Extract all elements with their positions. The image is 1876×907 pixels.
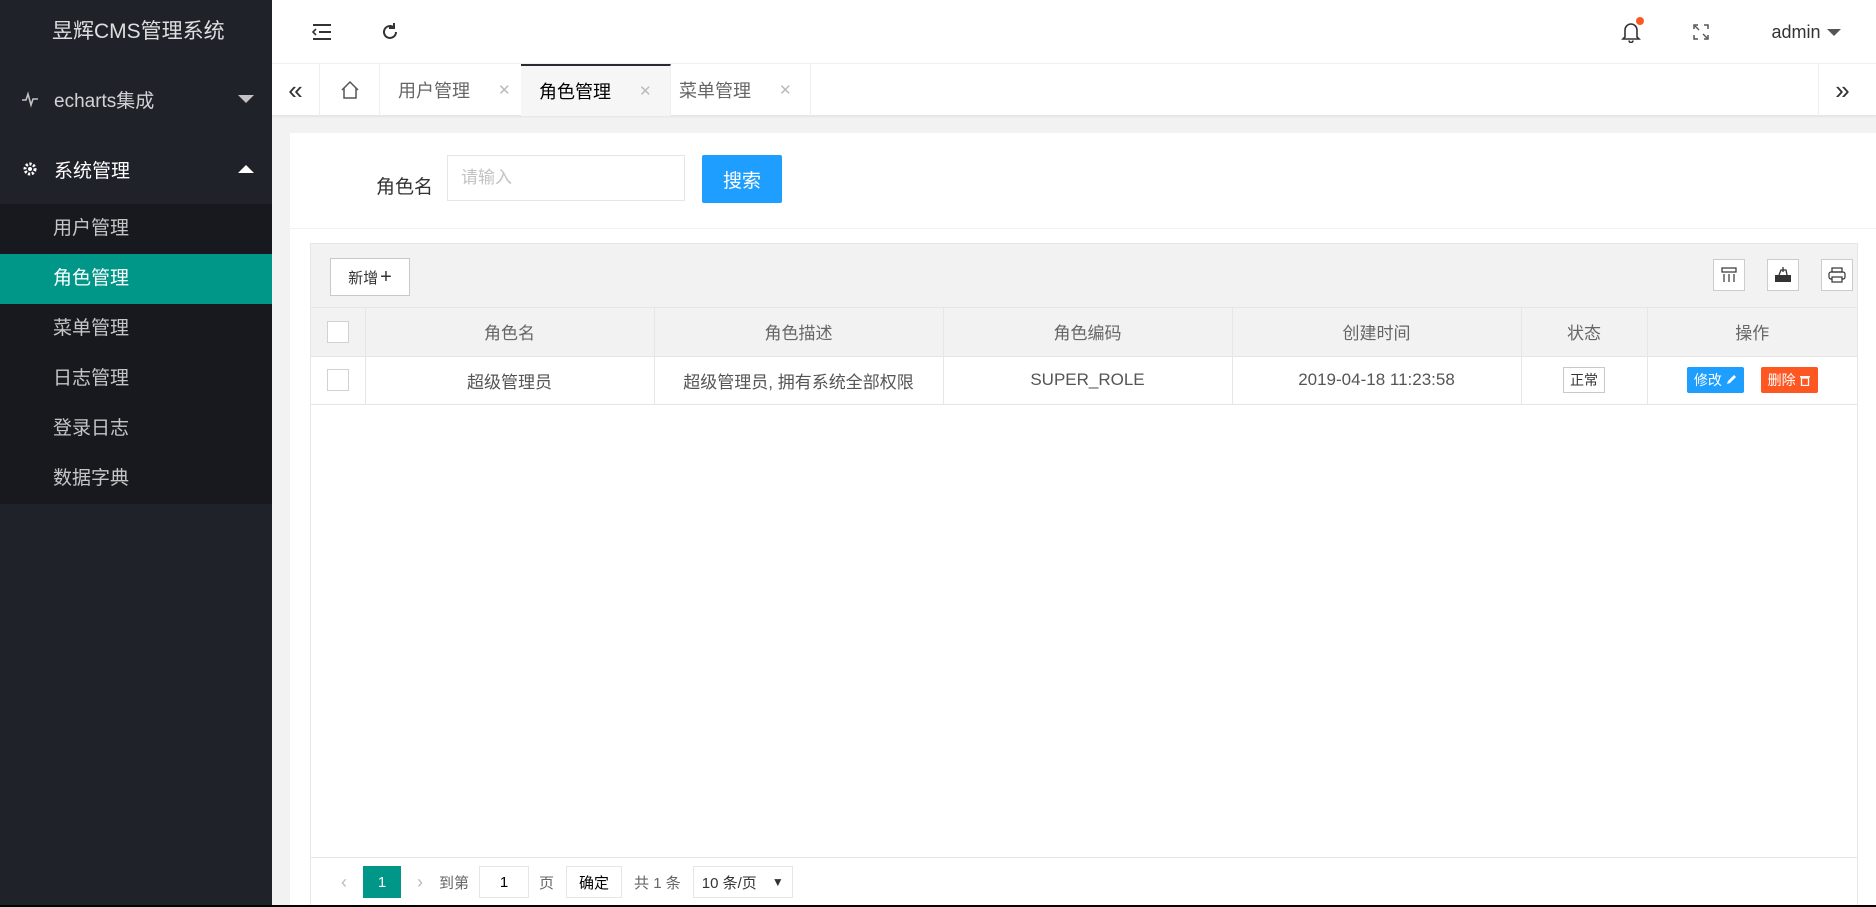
page-size-value: 10 条/页 <box>701 874 757 892</box>
page-size-select[interactable]: 10 条/页 ▼ <box>692 866 793 898</box>
tab-label: 用户管理 <box>398 81 470 101</box>
pencil-icon <box>1726 375 1736 384</box>
search-label: 角色名 <box>376 177 434 198</box>
main-content: 角色名 搜索 新增 + <box>290 133 1876 907</box>
add-button[interactable]: 新增 + <box>330 258 410 296</box>
refresh-icon[interactable] <box>376 18 404 46</box>
sidebar-group-echarts[interactable]: echarts集成 <box>0 64 272 134</box>
sidebar-item-menus[interactable]: 菜单管理 <box>0 304 272 354</box>
tab-label: 菜单管理 <box>679 81 751 101</box>
column-header[interactable]: 操作 <box>1647 308 1857 357</box>
sidebar-item-logs[interactable]: 日志管理 <box>0 354 272 404</box>
chevron-down-icon <box>1826 28 1841 36</box>
columns-icon[interactable] <box>1713 259 1745 291</box>
print-icon[interactable] <box>1821 259 1853 291</box>
sidebar-group-label: echarts集成 <box>54 90 155 112</box>
search-bar: 角色名 搜索 <box>290 133 1876 229</box>
prev-page-icon[interactable]: ‹ <box>325 872 363 893</box>
cell-role-code: SUPER_ROLE <box>943 356 1233 405</box>
cell-status: 正常 <box>1521 356 1648 405</box>
plus-icon: + <box>380 266 392 288</box>
add-button-label: 新增 <box>348 269 379 287</box>
sidebar: 昱辉CMS管理系统 echarts集成 系统管理 用户管理 角色管理 菜单管理 … <box>0 0 272 907</box>
pagination: ‹ 1 › 到第 页 确定 共 1 条 10 条/页 ▼ <box>311 857 1857 906</box>
tabs-scroll-left-icon[interactable]: « <box>272 64 320 116</box>
tab-label: 角色管理 <box>539 82 611 102</box>
edit-button[interactable]: 修改 <box>1686 367 1744 393</box>
delete-button[interactable]: 删除 <box>1760 367 1818 393</box>
status-badge: 正常 <box>1563 367 1605 393</box>
gear-icon <box>20 159 40 179</box>
row-checkbox[interactable] <box>326 369 349 391</box>
table-toolbar: 新增 + <box>311 244 1857 308</box>
tabs-scroll-right-icon[interactable]: » <box>1818 64 1866 116</box>
page-number-current[interactable]: 1 <box>363 866 401 898</box>
chevron-up-icon <box>238 165 254 173</box>
row-select-cell <box>311 356 366 405</box>
top-header: admin <box>272 0 1876 64</box>
page-unit-label: 页 <box>539 874 555 892</box>
fullscreen-icon[interactable] <box>1666 24 1736 40</box>
close-icon[interactable]: ✕ <box>498 81 511 99</box>
column-header[interactable]: 角色描述 <box>654 308 944 357</box>
roles-table: 角色名 角色描述 角色编码 创建时间 状态 操作 超级管理员 超级管理员, 拥有… <box>311 308 1857 405</box>
close-icon[interactable]: ✕ <box>779 81 792 99</box>
close-icon[interactable]: ✕ <box>639 82 652 100</box>
sidebar-group-label: 系统管理 <box>54 160 131 182</box>
cell-role-name: 超级管理员 <box>365 356 655 405</box>
table-header-row: 角色名 角色描述 角色编码 创建时间 状态 操作 <box>311 308 1857 357</box>
cell-created: 2019-04-18 11:23:58 <box>1232 356 1522 405</box>
bell-icon[interactable] <box>1596 17 1666 43</box>
search-input[interactable] <box>447 155 685 201</box>
column-header[interactable]: 状态 <box>1521 308 1648 357</box>
cell-role-desc: 超级管理员, 拥有系统全部权限 <box>654 356 944 405</box>
notification-dot <box>1636 17 1644 25</box>
menu-fold-icon[interactable] <box>308 18 336 46</box>
delete-button-label: 删除 <box>1767 372 1796 388</box>
tab-menus[interactable]: 菜单管理 ✕ <box>661 64 811 116</box>
user-menu[interactable]: admin <box>1736 22 1876 43</box>
goto-label: 到第 <box>439 874 470 892</box>
tab-bar: « 用户管理 ✕ 角色管理 ✕ 菜单管理 ✕ » <box>272 64 1876 116</box>
chevron-down-icon <box>238 95 254 103</box>
column-header[interactable]: 创建时间 <box>1232 308 1522 357</box>
goto-confirm-button[interactable]: 确定 <box>566 866 623 898</box>
edit-button-label: 修改 <box>1693 372 1722 388</box>
sidebar-item-dictionary[interactable]: 数据字典 <box>0 454 272 504</box>
sidebar-item-roles[interactable]: 角色管理 <box>0 254 272 304</box>
sidebar-subnav: 用户管理 角色管理 菜单管理 日志管理 登录日志 数据字典 <box>0 204 272 504</box>
next-page-icon[interactable]: › <box>401 872 439 893</box>
pulse-icon <box>20 89 40 109</box>
cell-actions: 修改 删除 <box>1647 356 1857 405</box>
table-row[interactable]: 超级管理员 超级管理员, 拥有系统全部权限 SUPER_ROLE 2019-04… <box>311 356 1857 405</box>
data-table-container: 新增 + 角色名 角色描述 角色编码 创建时间 状态 操作 超级管理员 超级管理… <box>310 243 1858 907</box>
select-all-checkbox[interactable] <box>326 320 349 343</box>
tab-users[interactable]: 用户管理 ✕ <box>380 64 530 116</box>
select-all-cell <box>311 308 366 357</box>
app-logo-title[interactable]: 昱辉CMS管理系统 <box>0 0 272 64</box>
home-icon[interactable] <box>320 64 380 116</box>
header-right: admin <box>1596 0 1876 64</box>
user-name: admin <box>1771 21 1821 42</box>
sidebar-group-system[interactable]: 系统管理 <box>0 134 272 204</box>
column-header[interactable]: 角色编码 <box>943 308 1233 357</box>
sidebar-item-login-logs[interactable]: 登录日志 <box>0 404 272 454</box>
tab-roles[interactable]: 角色管理 ✕ <box>521 64 671 116</box>
goto-page-input[interactable] <box>479 866 530 898</box>
export-icon[interactable] <box>1767 259 1799 291</box>
dropdown-arrow-icon: ▼ <box>771 875 784 889</box>
column-header[interactable]: 角色名 <box>365 308 655 357</box>
role-desc-text: 超级管理员, 拥有系统全部权限 <box>683 372 914 392</box>
total-count: 共 1 条 <box>634 874 681 892</box>
search-button[interactable]: 搜索 <box>702 155 782 203</box>
sidebar-item-users[interactable]: 用户管理 <box>0 204 272 254</box>
trash-icon <box>1799 376 1810 386</box>
